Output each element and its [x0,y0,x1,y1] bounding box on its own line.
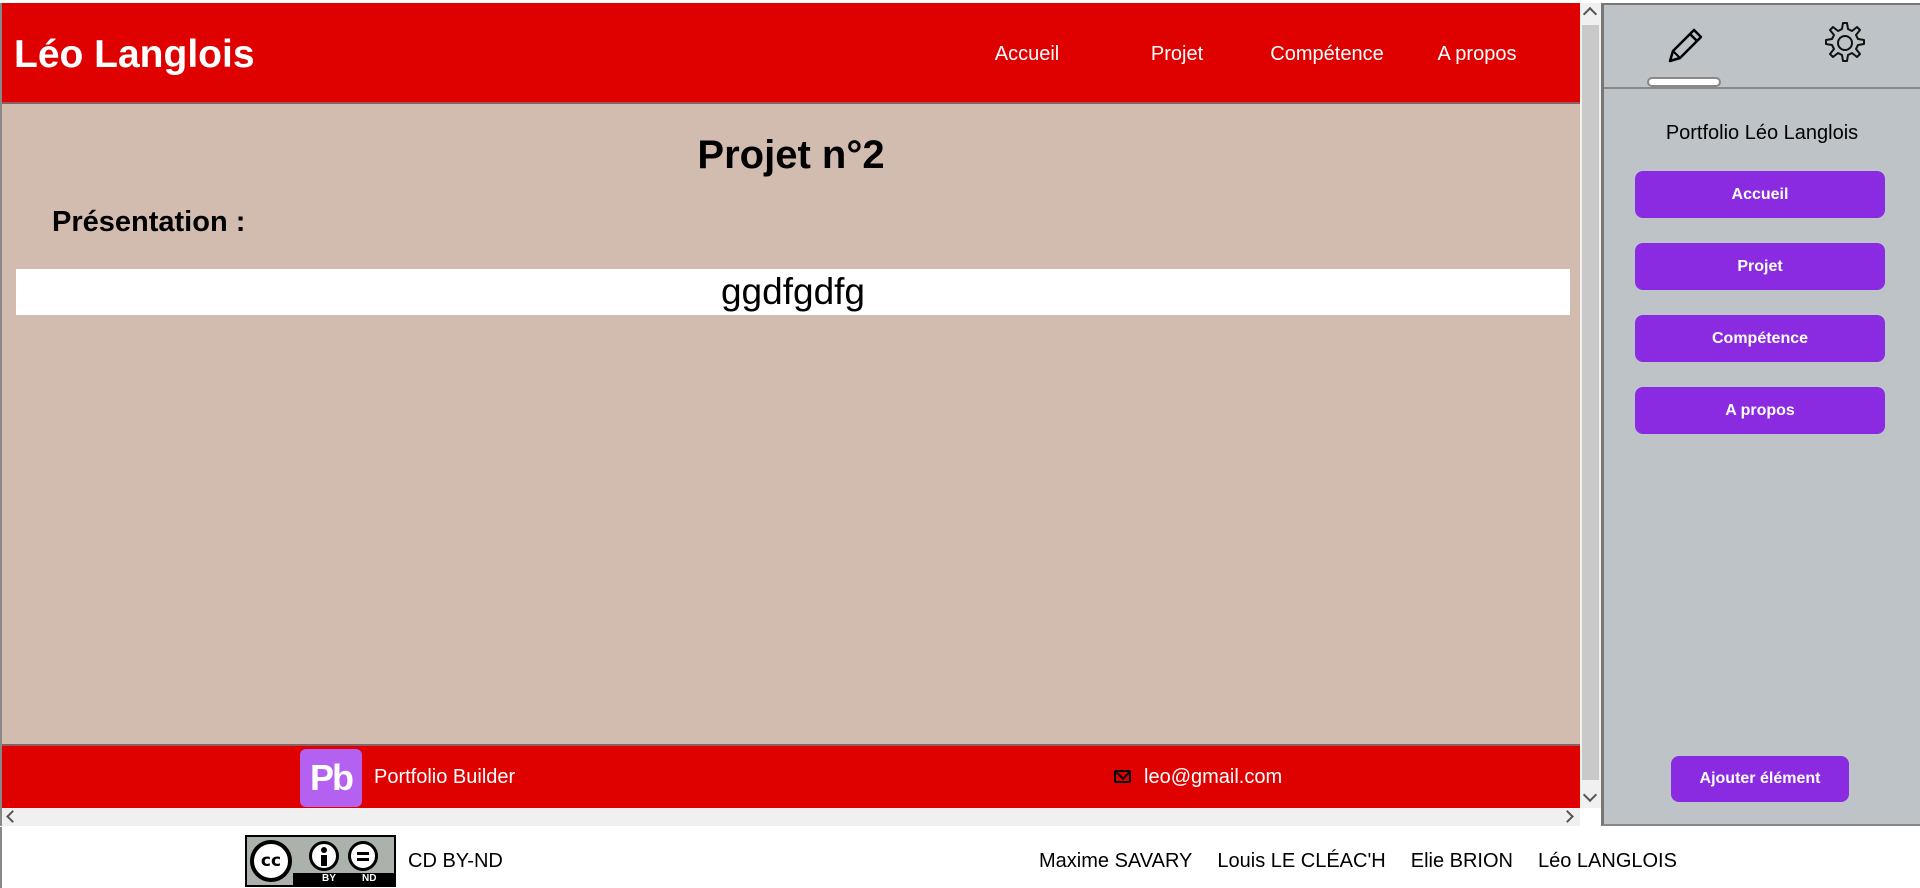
editor-panel: Portfolio Léo Langlois Accueil Projet Co… [1601,3,1920,826]
presentation-label: Présentation : [52,206,246,238]
pencil-icon[interactable] [1664,25,1706,67]
app-footer: cc BY ND CD BY-ND Maxime SAVARY Louis LE… [0,827,1920,888]
site-header: Léo Langlois Accueil Projet Compétence A… [2,3,1580,104]
vertical-scroll-thumb[interactable] [1582,25,1599,780]
nav-link-a-propos[interactable]: A propos [1402,43,1552,66]
nav-link-projet[interactable]: Projet [1102,43,1252,66]
mail-icon [1114,770,1131,783]
project-content: Projet n°2 Présentation : ggdfgdfg [2,106,1580,746]
panel-toolbar [1604,5,1920,89]
scroll-left-icon[interactable] [6,810,19,823]
site-nav: Accueil Projet Compétence A propos [952,43,1552,66]
panel-button-accueil[interactable]: Accueil [1635,171,1885,218]
license-text: CD BY-ND [408,850,503,872]
project-title: Projet n°2 [697,133,885,177]
horizontal-scrollbar[interactable] [2,808,1580,826]
site-title: Léo Langlois [14,33,255,76]
author-name: Elie BRION [1410,850,1513,872]
cc-license-badge[interactable]: cc BY ND [245,835,396,887]
presentation-text[interactable]: ggdfgdfg [16,269,1570,315]
nav-link-competence[interactable]: Compétence [1252,43,1402,66]
cc-icon: cc [250,840,292,882]
nav-link-accueil[interactable]: Accueil [952,43,1102,66]
panel-heading: Portfolio Léo Langlois [1665,122,1859,144]
site-footer: Pb Portfolio Builder leo@gmail.com [2,744,1580,808]
active-tab-indicator [1647,77,1721,87]
footer-brand: Portfolio Builder [374,766,516,788]
cc-label-strip: BY ND [293,873,394,885]
site-preview: Léo Langlois Accueil Projet Compétence A… [0,3,1580,826]
author-name: Maxime SAVARY [1039,850,1193,872]
add-element-button[interactable]: Ajouter élément [1671,756,1849,802]
scroll-up-icon[interactable] [1582,6,1598,22]
panel-button-projet[interactable]: Projet [1635,243,1885,290]
no-derivatives-icon [348,841,378,871]
panel-button-competence[interactable]: Compétence [1635,315,1885,362]
cc-by-label: BY [322,873,336,884]
footer-email[interactable]: leo@gmail.com [1144,766,1282,789]
scroll-down-icon[interactable] [1582,787,1598,803]
scroll-right-icon[interactable] [1561,810,1574,823]
vertical-scrollbar[interactable] [1580,3,1601,808]
cc-nd-label: ND [362,873,377,884]
authors-list: Maxime SAVARY Louis LE CLÉAC'H Elie BRIO… [1039,850,1702,873]
panel-button-a-propos[interactable]: A propos [1635,387,1885,434]
portfolio-builder-logo: Pb [300,749,362,807]
author-name: Léo LANGLOIS [1537,850,1677,872]
author-name: Louis LE CLÉAC'H [1217,850,1386,872]
attribution-icon [309,841,339,871]
gear-icon[interactable] [1821,19,1869,67]
